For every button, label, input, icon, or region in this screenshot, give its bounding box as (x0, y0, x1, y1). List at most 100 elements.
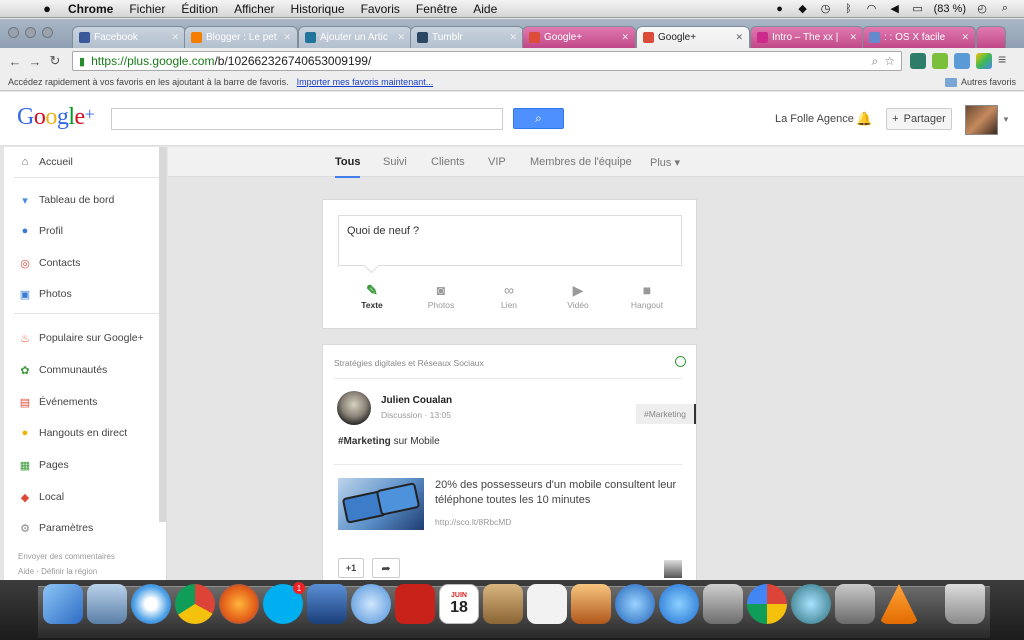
sidebar-item-profil[interactable]: ● Profil (4, 218, 159, 244)
sidebar-item-local[interactable]: ◆ Local (4, 484, 159, 510)
help-region-links[interactable]: Aide · Définir la région (18, 567, 97, 576)
link-thumbnail[interactable] (338, 478, 424, 530)
chrome-menu-icon[interactable]: ≡ (998, 52, 1010, 69)
tab-google-plus[interactable]: Google+ ✕ (522, 26, 636, 48)
facetime-icon[interactable] (351, 584, 391, 624)
minimize-window-button[interactable] (25, 27, 36, 38)
address-bar[interactable]: ▮ https://plus.google.com/b/102662326740… (72, 51, 902, 71)
commenter-avatar[interactable] (664, 560, 682, 578)
tab-tous[interactable]: Tous (335, 156, 361, 178)
mail-icon[interactable] (87, 584, 127, 624)
iphoto-icon[interactable] (571, 584, 611, 624)
google-drive-icon[interactable] (976, 53, 992, 69)
document-icon[interactable] (527, 584, 567, 624)
gplus-search-input[interactable] (111, 108, 503, 130)
gplus-search-button[interactable]: ⌕ (513, 108, 564, 129)
send-feedback-link[interactable]: Envoyer des commentaires (18, 552, 115, 561)
chevron-down-icon[interactable]: ▼ (1002, 115, 1010, 124)
picasa-icon[interactable] (747, 584, 787, 624)
google-plus-logo[interactable]: Google+ (17, 104, 95, 131)
tab-clients[interactable]: Clients (431, 156, 465, 168)
sidebar-item-contacts[interactable]: ◎ Contacts (4, 250, 159, 276)
address-book-icon[interactable] (483, 584, 523, 624)
finder-icon[interactable] (43, 584, 83, 624)
dropbox-icon[interactable]: ◆ (796, 2, 810, 16)
clock-icon[interactable]: ◴ (975, 2, 989, 16)
tab-google-plus-active[interactable]: Google+ ✕ (636, 26, 750, 48)
menu-aide[interactable]: Aide (473, 2, 497, 16)
close-tab-icon[interactable]: ✕ (735, 32, 743, 43)
menu-fenetre[interactable]: Fenêtre (416, 2, 457, 16)
tab-tumblr[interactable]: Tumblr ✕ (410, 26, 524, 48)
volume-icon[interactable]: ◀ (888, 2, 902, 16)
firefox-icon[interactable] (219, 584, 259, 624)
extension-evernote-icon[interactable] (932, 53, 948, 69)
filezilla-icon[interactable] (395, 584, 435, 624)
sidebar-scrollbar[interactable] (159, 147, 166, 522)
virtualbox-icon[interactable] (307, 584, 347, 624)
back-arrow-icon[interactable]: ← (6, 52, 24, 70)
share-link-button[interactable]: ∞ Lien (479, 282, 539, 310)
sidebar-item-parametres[interactable]: ⚙ Paramètres (4, 515, 159, 541)
zoom-window-button[interactable] (42, 27, 53, 38)
sidebar-item-populaire[interactable]: ♨ Populaire sur Google+ (4, 325, 159, 351)
reload-icon[interactable]: ↻ (46, 52, 64, 70)
menu-afficher[interactable]: Afficher (234, 2, 274, 16)
app-store-icon[interactable] (659, 584, 699, 624)
system-preferences-icon[interactable] (835, 584, 875, 624)
sidebar-item-tableau-de-bord[interactable]: ▾ Tableau de bord (4, 187, 159, 213)
bluetooth-icon[interactable]: ᛒ (842, 2, 856, 16)
close-tab-icon[interactable]: ✕ (171, 32, 179, 43)
close-tab-icon[interactable]: ✕ (621, 32, 629, 43)
notification-bell-icon[interactable]: 🔔 (856, 111, 872, 127)
forward-arrow-icon[interactable]: → (26, 52, 44, 70)
share-photos-button[interactable]: ◙ Photos (411, 282, 471, 310)
link-url[interactable]: http://sco.lt/8RbcMD (435, 517, 512, 527)
close-tab-icon[interactable]: ✕ (849, 32, 857, 43)
whats-new-input[interactable]: Quoi de neuf ? (338, 215, 682, 266)
share-text-button[interactable]: ✎ Texte (342, 282, 402, 310)
safari-icon[interactable] (131, 584, 171, 624)
share-button[interactable]: + Partager (886, 108, 952, 130)
search-icon[interactable]: ⌕ (872, 54, 879, 69)
hashtag-badge[interactable]: #Marketing (636, 404, 696, 424)
tab-wordpress[interactable]: Ajouter un Artic ✕ (298, 26, 412, 48)
close-tab-icon[interactable]: ✕ (961, 32, 969, 43)
menu-edition[interactable]: Édition (181, 2, 218, 16)
chrome-icon[interactable] (175, 584, 215, 624)
skype-icon[interactable]: 1 (263, 582, 305, 624)
tab-suivi[interactable]: Suivi (383, 156, 407, 168)
menu-app-name[interactable]: Chrome (68, 2, 113, 16)
sidebar-item-communautes[interactable]: ✿ Communautés (4, 357, 159, 383)
apple-icon[interactable]: ● (40, 1, 54, 16)
community-name[interactable]: Stratégies digitales et Réseaux Sociaux (334, 358, 484, 368)
spotlight-icon[interactable]: ⌕ (998, 2, 1012, 16)
extension-app-icon[interactable] (954, 53, 970, 69)
tab-vip[interactable]: VIP (488, 156, 506, 168)
time-machine-app-icon[interactable] (791, 584, 831, 624)
close-tab-icon[interactable]: ✕ (283, 32, 291, 43)
tab-blogger[interactable]: Blogger : Le pet ✕ (184, 26, 298, 48)
sidebar-item-evenements[interactable]: ▤ Événements (4, 389, 159, 415)
bookmark-star-icon[interactable]: ☆ (884, 54, 895, 69)
close-window-button[interactable] (8, 27, 19, 38)
author-name[interactable]: Julien Coualan (381, 395, 452, 406)
tab-the-xx[interactable]: Intro – The xx | ✕ (750, 26, 864, 48)
sidebar-item-photos[interactable]: ▣ Photos (4, 281, 159, 307)
wifi-icon[interactable]: ◠ (865, 2, 879, 16)
avatar[interactable] (965, 105, 998, 135)
menu-historique[interactable]: Historique (291, 2, 345, 16)
itunes-icon[interactable] (615, 584, 655, 624)
tab-plus[interactable]: Plus ▾ (650, 156, 680, 169)
sidebar-item-pages[interactable]: ▦ Pages (4, 452, 159, 478)
post-hashtag[interactable]: #Marketing (338, 436, 391, 447)
new-tab-button[interactable] (976, 26, 1006, 48)
link-title[interactable]: 20% des possesseurs d'un mobile consulte… (435, 478, 685, 508)
share-hangout-button[interactable]: ■ Hangout (617, 282, 677, 310)
sidebar-item-accueil[interactable]: ⌂ Accueil (4, 149, 159, 175)
menu-favoris[interactable]: Favoris (361, 2, 400, 16)
share-video-button[interactable]: ▶ Vidéo (548, 282, 608, 310)
calendar-icon[interactable]: JUIN 18 (439, 584, 479, 624)
import-bookmarks-link[interactable]: Importer mes favoris maintenant... (297, 77, 434, 87)
close-tab-icon[interactable]: ✕ (397, 32, 405, 43)
